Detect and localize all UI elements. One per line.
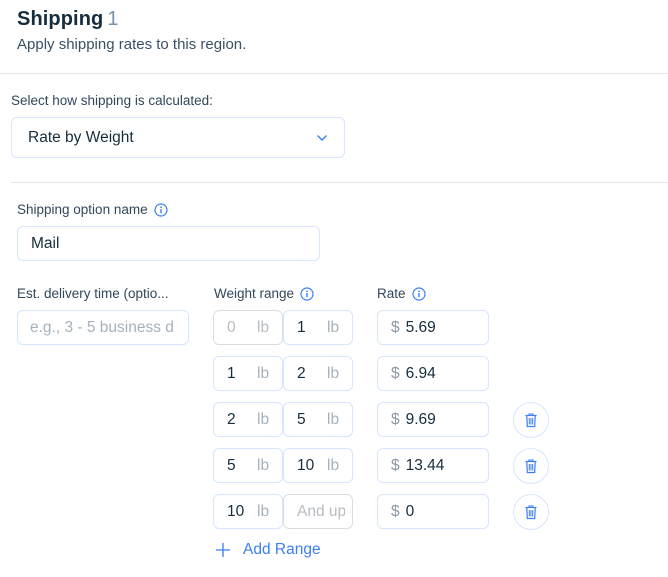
delete-range-button[interactable] xyxy=(513,402,549,438)
plus-icon xyxy=(216,543,230,557)
weight-unit: lb xyxy=(257,502,270,520)
trash-icon xyxy=(525,458,537,473)
rate-input[interactable]: $ 9.69 xyxy=(377,402,489,437)
rate-label-text: Rate xyxy=(377,286,406,301)
rate-label: Rate xyxy=(377,286,426,301)
weight-from-input[interactable]: 5 lb xyxy=(213,448,283,483)
weight-from-input: 0 lb xyxy=(213,310,283,345)
rate-input[interactable]: $ 0 xyxy=(377,494,489,529)
divider xyxy=(11,182,668,183)
weight-range-label-text: Weight range xyxy=(214,286,295,301)
currency-symbol: $ xyxy=(391,456,400,474)
weight-from-input[interactable]: 1 lb xyxy=(213,356,283,391)
delivery-time-input[interactable]: e.g., 3 - 5 business d xyxy=(17,310,189,345)
info-icon[interactable] xyxy=(300,286,314,301)
option-name-label-text: Shipping option name xyxy=(17,202,148,217)
currency-symbol: $ xyxy=(391,410,400,428)
delivery-label: Est. delivery time (optio... xyxy=(17,286,169,301)
weight-range-label: Weight range xyxy=(214,286,314,301)
weight-unit: lb xyxy=(257,410,270,428)
weight-to-placeholder: And up xyxy=(297,502,345,520)
weight-from-value: 0 xyxy=(227,318,236,336)
weight-from-input[interactable]: 10 lb xyxy=(213,494,283,529)
weight-unit: lb xyxy=(327,318,340,336)
rate-input[interactable]: $ 13.44 xyxy=(377,448,489,483)
chevron-down-icon xyxy=(317,134,327,141)
weight-unit: lb xyxy=(327,410,340,428)
add-range-button[interactable]: Add Range xyxy=(216,541,321,559)
rate-value: 0 xyxy=(405,502,415,520)
rate-value: 6.94 xyxy=(405,364,436,382)
delivery-placeholder: e.g., 3 - 5 business d xyxy=(30,318,174,336)
trash-icon xyxy=(525,504,537,519)
weight-unit: lb xyxy=(257,456,270,474)
info-icon[interactable] xyxy=(154,202,168,217)
weight-from-value: 5 xyxy=(227,456,236,474)
calculation-label: Select how shipping is calculated: xyxy=(11,93,213,108)
rate-input[interactable]: $ 6.94 xyxy=(377,356,489,391)
option-name-input[interactable]: Mail xyxy=(17,226,320,261)
weight-unit: lb xyxy=(327,364,340,382)
weight-to-input[interactable]: And up xyxy=(283,494,353,529)
info-icon[interactable] xyxy=(411,286,426,301)
divider xyxy=(0,73,668,74)
weight-unit: lb xyxy=(327,456,340,474)
weight-to-value: 10 xyxy=(297,456,315,474)
section-title: Shipping 1 xyxy=(17,8,119,31)
title-count: 1 xyxy=(107,8,119,30)
title-text: Shipping xyxy=(17,8,104,30)
rate-value: 9.69 xyxy=(405,410,436,428)
option-name-label: Shipping option name xyxy=(17,202,168,217)
weight-to-value: 5 xyxy=(297,410,306,428)
weight-from-value: 1 xyxy=(227,364,236,382)
delete-range-button[interactable] xyxy=(513,494,549,530)
weight-from-value: 10 xyxy=(227,502,245,520)
trash-icon xyxy=(525,412,537,427)
weight-to-input[interactable]: 10 lb xyxy=(283,448,353,483)
section-subtitle: Apply shipping rates to this region. xyxy=(17,36,247,53)
weight-to-value: 2 xyxy=(297,364,306,382)
currency-symbol: $ xyxy=(391,318,400,336)
weight-to-input[interactable]: 5 lb xyxy=(283,402,353,437)
weight-to-input[interactable]: 1 lb xyxy=(283,310,353,345)
rate-input[interactable]: $ 5.69 xyxy=(377,310,489,345)
rate-value: 5.69 xyxy=(405,318,436,336)
weight-unit: lb xyxy=(257,318,270,336)
currency-symbol: $ xyxy=(391,364,400,382)
currency-symbol: $ xyxy=(391,502,400,520)
option-name-value: Mail xyxy=(31,234,60,252)
weight-unit: lb xyxy=(257,364,270,382)
weight-from-value: 2 xyxy=(227,410,236,428)
delete-range-button[interactable] xyxy=(513,448,549,484)
calculation-select-value: Rate by Weight xyxy=(28,128,134,146)
weight-to-input[interactable]: 2 lb xyxy=(283,356,353,391)
add-range-label: Add Range xyxy=(243,541,321,558)
weight-from-input[interactable]: 2 lb xyxy=(213,402,283,437)
rate-value: 13.44 xyxy=(405,456,445,474)
weight-to-value: 1 xyxy=(297,318,306,336)
calculation-select[interactable]: Rate by Weight xyxy=(11,117,345,158)
